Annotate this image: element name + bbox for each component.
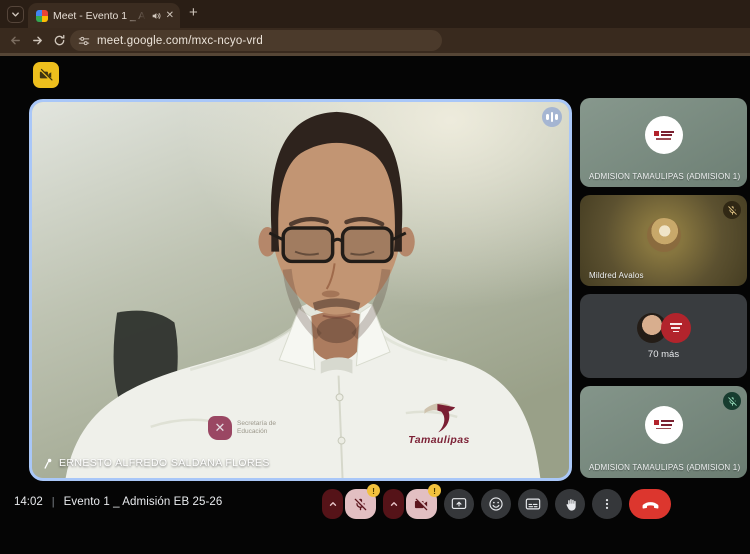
captions-icon (525, 496, 541, 512)
end-call-icon (641, 495, 660, 514)
participants-sidebar: ADMISION TAMAULIPAS (ADMISION 1) Mildred… (580, 98, 747, 478)
tab-close-button[interactable]: ✕ (166, 11, 174, 21)
mic-off-icon (353, 497, 368, 512)
mic-mute-button[interactable]: ! (345, 489, 376, 519)
meet-favicon-icon (36, 10, 48, 22)
chevron-up-icon (328, 499, 338, 509)
chevron-up-icon (389, 499, 399, 509)
browser-tab[interactable]: Meet - Evento 1 _ Admisión ✕ (28, 3, 180, 28)
camera-control: ! (383, 489, 437, 519)
participant-name: ERNESTO ALFREDO SALDANA FLORES (59, 457, 270, 469)
camera-off-icon (414, 497, 429, 512)
tab-search-button[interactable] (7, 6, 24, 23)
pin-icon (42, 458, 53, 469)
divider: | (52, 496, 55, 508)
captions-button[interactable] (518, 489, 548, 519)
back-button[interactable] (9, 34, 22, 47)
participant-label: ADMISION TAMAULIPAS (ADMISION 1) (589, 463, 740, 472)
participant-label: ADMISION TAMAULIPAS (ADMISION 1) (589, 172, 740, 181)
emoji-icon (488, 496, 504, 512)
stacked-avatars (637, 313, 691, 343)
participant-nametag: ERNESTO ALFREDO SALDANA FLORES (42, 457, 270, 469)
secretaria-emblem-icon: ✕ (208, 416, 232, 440)
meeting-info: 14:02 | Evento 1 _ Admisión EB 25-26 (14, 496, 222, 508)
browser-tab-strip: Meet - Evento 1 _ Admisión ✕ + (0, 0, 750, 28)
call-controls: ! ! (322, 489, 671, 519)
present-screen-button[interactable] (444, 489, 474, 519)
mic-alert-badge: ! (367, 484, 380, 497)
raise-hand-icon (563, 497, 578, 512)
present-screen-icon (451, 496, 467, 512)
reactions-button[interactable] (481, 489, 511, 519)
avatar (645, 406, 683, 444)
more-options-button[interactable] (592, 489, 622, 519)
more-vertical-icon (600, 497, 614, 511)
mic-off-icon (727, 205, 738, 216)
participant-label: Mildred Avalos (589, 271, 644, 280)
participant-tile-admision-2[interactable]: ADMISION TAMAULIPAS (ADMISION 1) (580, 386, 747, 478)
end-call-button[interactable] (629, 489, 671, 519)
mic-muted-indicator (723, 392, 741, 410)
chrome-divider (0, 53, 750, 56)
main-video-tile[interactable]: ✕ Secretaría de Educación Tamaulipas ERN… (29, 99, 572, 481)
tab-audio-icon[interactable] (151, 11, 161, 21)
chevron-down-icon (11, 10, 20, 19)
browser-toolbar: meet.google.com/mxc-ncyo-vrd (0, 28, 750, 53)
tamaulipas-t-icon (421, 400, 457, 434)
shirt-logo-tamaulipas: Tamaulipas (384, 400, 494, 446)
tab-title: Meet - Evento 1 _ Admisión (53, 10, 146, 22)
raise-hand-button[interactable] (555, 489, 585, 519)
tune-icon (78, 35, 90, 47)
camera-off-icon (39, 68, 53, 82)
shirt-logo-right-text: Tamaulipas (384, 434, 494, 446)
audio-activity-indicator (542, 107, 562, 127)
screen: Meet - Evento 1 _ Admisión ✕ + meet.goog… (0, 0, 750, 554)
participant-tile-admision-1[interactable]: ADMISION TAMAULIPAS (ADMISION 1) (580, 98, 747, 187)
mic-control: ! (322, 489, 376, 519)
url-text: meet.google.com/mxc-ncyo-vrd (97, 35, 263, 47)
new-tab-button[interactable]: + (189, 4, 198, 21)
reload-button[interactable] (53, 34, 66, 47)
avatar-logo (661, 313, 691, 343)
camera-blocked-badge[interactable] (33, 62, 59, 88)
shirt-logo-left-text: Secretaría de Educación (237, 420, 299, 436)
forward-button[interactable] (31, 34, 44, 47)
clock: 14:02 (14, 496, 43, 508)
camera-options-button[interactable] (383, 489, 404, 519)
shirt-logo-secretaria: ✕ Secretaría de Educación (208, 416, 299, 440)
participant-tile-others[interactable]: 70 más (580, 294, 747, 378)
participant-tile-mildred[interactable]: Mildred Avalos (580, 195, 747, 286)
mic-muted-indicator (723, 201, 741, 219)
url-bar[interactable]: meet.google.com/mxc-ncyo-vrd (70, 30, 442, 51)
meeting-title: Evento 1 _ Admisión EB 25-26 (64, 496, 223, 508)
avatar (645, 116, 683, 154)
more-participants-label: 70 más (648, 349, 679, 360)
camera-alert-badge: ! (428, 484, 441, 497)
mic-options-button[interactable] (322, 489, 343, 519)
avatar (647, 218, 681, 252)
mic-off-icon (727, 396, 738, 407)
camera-off-button[interactable]: ! (406, 489, 437, 519)
